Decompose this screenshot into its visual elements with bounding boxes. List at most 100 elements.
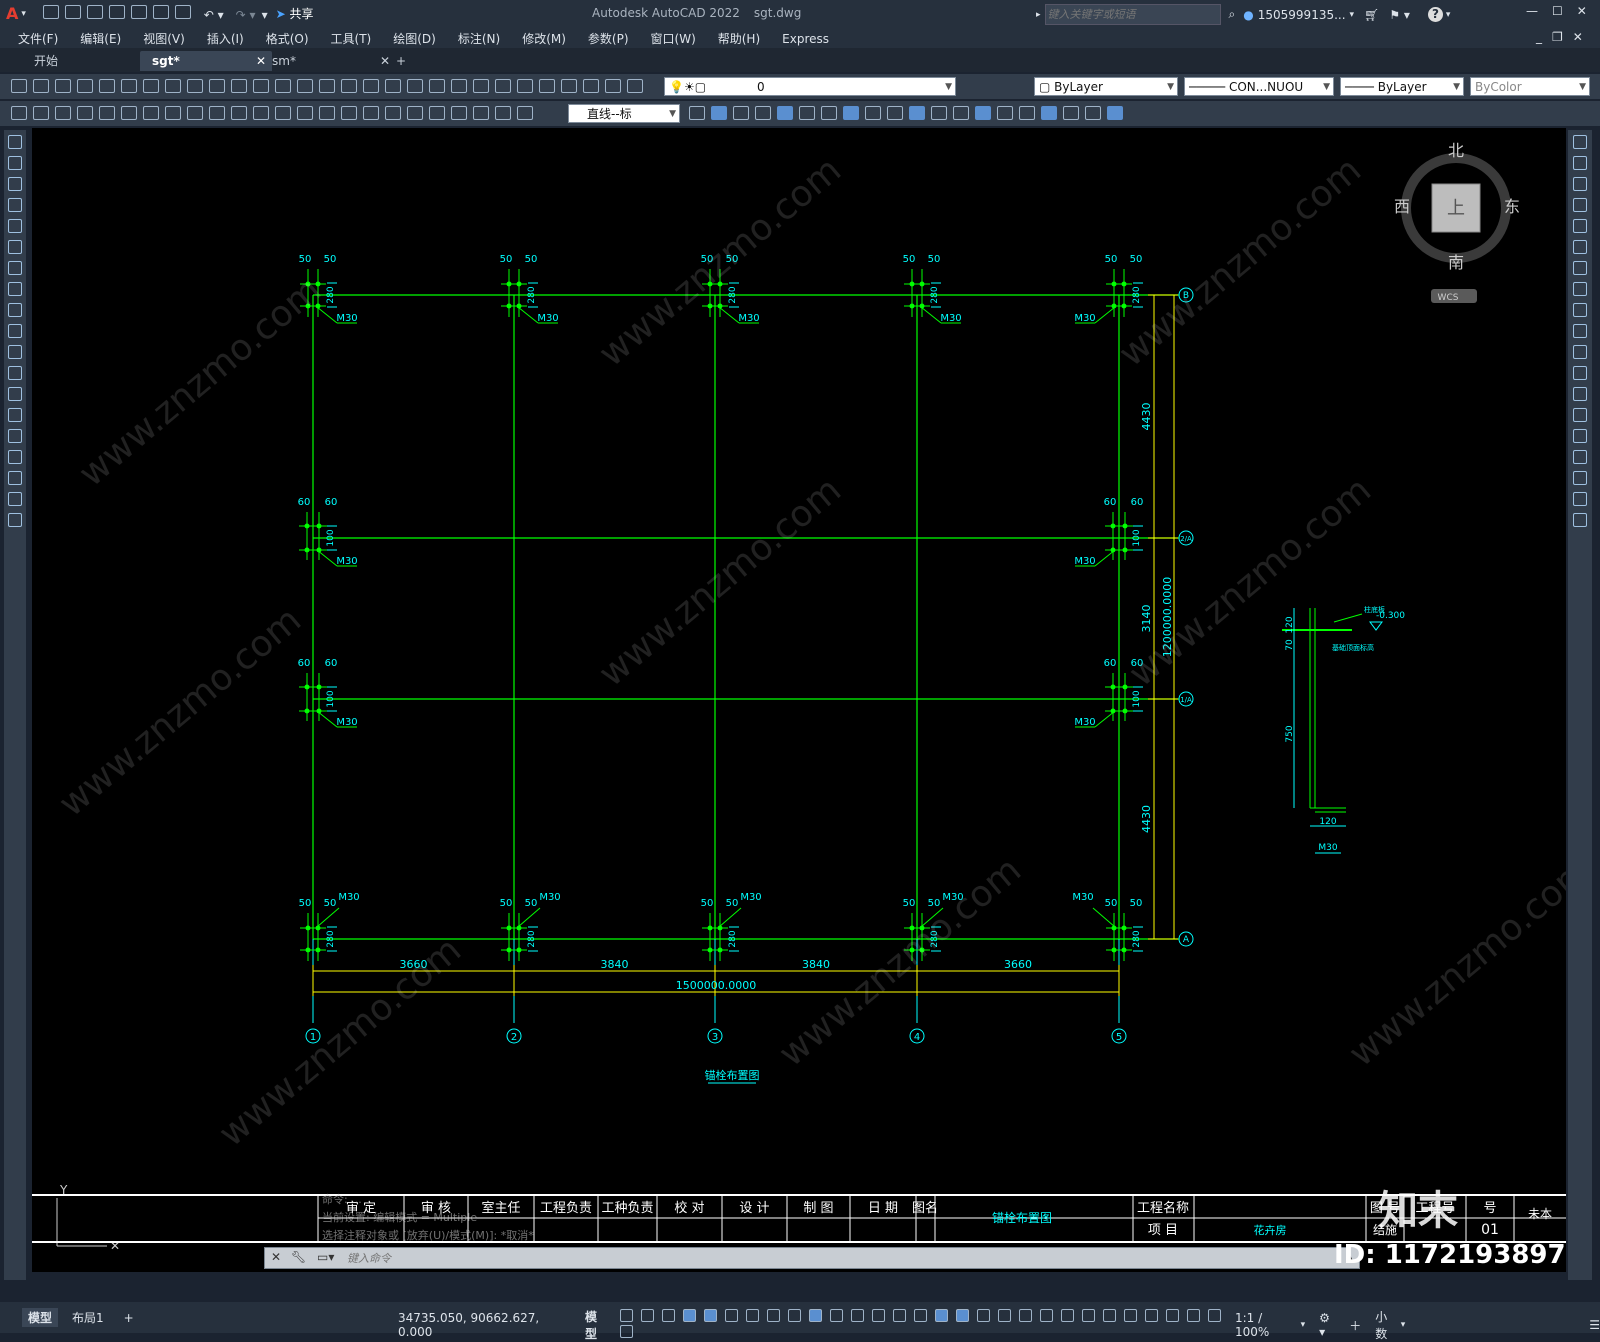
draw-tool-icon[interactable] xyxy=(8,492,22,506)
plotstyle-dropdown[interactable]: ByColor ▼ xyxy=(1470,77,1590,96)
standard-tool-icon[interactable] xyxy=(319,79,335,93)
units-chevron-icon[interactable]: ▾ xyxy=(1401,1320,1406,1330)
standard-tool-icon[interactable] xyxy=(33,79,49,93)
dimension-tool-icon[interactable] xyxy=(231,106,247,120)
modify-tool-icon[interactable] xyxy=(1573,345,1587,359)
command-prompt-icon[interactable]: ▭▾ xyxy=(317,1250,334,1264)
standard-tool-icon[interactable] xyxy=(165,79,181,93)
dimension-tool-icon[interactable] xyxy=(363,106,379,120)
dimension-tool-icon[interactable] xyxy=(165,106,181,120)
standard-tool-icon[interactable] xyxy=(297,79,313,93)
search-expand-icon[interactable]: ▸ xyxy=(1036,10,1041,20)
draw-tool-icon[interactable] xyxy=(8,282,22,296)
search-icon[interactable]: ⌕ xyxy=(1229,7,1236,22)
standard-tool-icon[interactable] xyxy=(539,79,555,93)
plot-icon[interactable] xyxy=(174,5,191,19)
modify-tool-icon[interactable] xyxy=(1573,177,1587,191)
standard-tool-icon[interactable] xyxy=(473,79,489,93)
doc-minimize-button[interactable]: _ xyxy=(1536,30,1542,44)
modify-tool-icon[interactable] xyxy=(1573,198,1587,212)
draw-tool-icon[interactable] xyxy=(8,450,22,464)
draw-tool-icon[interactable] xyxy=(8,219,22,233)
model-tab[interactable]: 模型 xyxy=(22,1308,59,1327)
menu-item[interactable]: 插入(I) xyxy=(207,30,244,47)
status-toggle-icon[interactable] xyxy=(851,1309,865,1322)
modify-tool-icon[interactable] xyxy=(1573,303,1587,317)
standard-tool-icon[interactable] xyxy=(77,79,93,93)
status-toggle-icon[interactable] xyxy=(956,1309,970,1322)
status-toggle-icon[interactable] xyxy=(620,1325,634,1338)
modify-tool-icon[interactable] xyxy=(1573,366,1587,380)
modify-tool-icon[interactable] xyxy=(1107,106,1123,120)
tab-sm[interactable]: sm* ✕ xyxy=(260,51,396,71)
status-toggle-icon[interactable] xyxy=(620,1309,634,1322)
dimension-tool-icon[interactable] xyxy=(341,106,357,120)
standard-tool-icon[interactable] xyxy=(517,79,533,93)
draw-tool-icon[interactable] xyxy=(8,345,22,359)
workspace-gear-icon[interactable]: ⚙ ▾ xyxy=(1319,1311,1339,1339)
tab-start[interactable]: 开始 xyxy=(22,51,158,71)
doc-close-button[interactable]: ✕ xyxy=(1573,30,1583,44)
menu-item[interactable]: 帮助(H) xyxy=(718,30,760,47)
menu-item[interactable]: 标注(N) xyxy=(458,30,500,47)
standard-tool-icon[interactable] xyxy=(407,79,423,93)
status-toggle-icon[interactable] xyxy=(977,1309,991,1322)
dimension-tool-icon[interactable] xyxy=(253,106,269,120)
dimension-tool-icon[interactable] xyxy=(99,106,115,120)
standard-tool-icon[interactable] xyxy=(187,79,203,93)
status-toggle-icon[interactable] xyxy=(1040,1309,1054,1322)
undo-icon[interactable]: ↶ ▾ xyxy=(204,8,224,22)
close-button[interactable]: ✕ xyxy=(1577,4,1587,18)
draw-tool-icon[interactable] xyxy=(8,366,22,380)
status-toggle-icon[interactable] xyxy=(788,1309,802,1322)
share-button[interactable]: ➤ 共享 xyxy=(276,5,314,22)
save-web-icon[interactable] xyxy=(152,5,169,19)
modify-tool-icon[interactable] xyxy=(865,106,881,120)
dimension-tool-icon[interactable] xyxy=(121,106,137,120)
menu-item[interactable]: 绘图(D) xyxy=(393,30,436,47)
compass-east[interactable]: 东 xyxy=(1504,197,1520,216)
modify-tool-icon[interactable] xyxy=(997,106,1013,120)
dimension-tool-icon[interactable] xyxy=(319,106,335,120)
modify-tool-icon[interactable] xyxy=(931,106,947,120)
app-logo[interactable]: A xyxy=(6,4,18,23)
status-toggle-icon[interactable] xyxy=(683,1309,697,1322)
modify-tool-icon[interactable] xyxy=(1573,282,1587,296)
menu-item[interactable]: 文件(F) xyxy=(18,30,58,47)
modify-tool-icon[interactable] xyxy=(1573,219,1587,233)
standard-tool-icon[interactable] xyxy=(583,79,599,93)
status-toggle-icon[interactable] xyxy=(1061,1309,1075,1322)
linetype-dropdown[interactable]: ───── CON...NUOU ▼ xyxy=(1184,77,1334,96)
dimension-tool-icon[interactable] xyxy=(209,106,225,120)
status-toggle-icon[interactable] xyxy=(1082,1309,1096,1322)
menu-item[interactable]: 工具(T) xyxy=(331,30,372,47)
units-readout[interactable]: 小数 xyxy=(1375,1308,1398,1342)
draw-tool-icon[interactable] xyxy=(8,387,22,401)
draw-tool-icon[interactable] xyxy=(8,261,22,275)
draw-tool-icon[interactable] xyxy=(8,240,22,254)
help-icon[interactable]: ? xyxy=(1427,7,1443,22)
search-input[interactable] xyxy=(1044,4,1221,25)
menu-item[interactable]: 视图(V) xyxy=(143,30,185,47)
annotation-scale[interactable]: 1:1 / 100% xyxy=(1235,1311,1299,1339)
modify-tool-icon[interactable] xyxy=(1573,240,1587,254)
modify-tool-icon[interactable] xyxy=(1573,261,1587,275)
status-toggle-icon[interactable] xyxy=(1019,1309,1033,1322)
menu-item[interactable]: 格式(O) xyxy=(266,30,309,47)
modify-tool-icon[interactable] xyxy=(689,106,705,120)
draw-tool-icon[interactable] xyxy=(8,135,22,149)
draw-tool-icon[interactable] xyxy=(8,303,22,317)
draw-tool-icon[interactable] xyxy=(8,156,22,170)
modify-tool-icon[interactable] xyxy=(975,106,991,120)
compass-west[interactable]: 西 xyxy=(1394,197,1410,216)
status-toggle-icon[interactable] xyxy=(641,1309,655,1322)
menu-item[interactable]: 编辑(E) xyxy=(80,30,121,47)
dimstyle-dropdown[interactable]: 直线--标 ▼ xyxy=(568,104,680,123)
modify-tool-icon[interactable] xyxy=(1573,324,1587,338)
modify-tool-icon[interactable] xyxy=(733,106,749,120)
modify-tool-icon[interactable] xyxy=(799,106,815,120)
doc-restore-button[interactable]: ❐ xyxy=(1552,30,1563,44)
modify-tool-icon[interactable] xyxy=(1085,106,1101,120)
drawing-canvas[interactable]: 3660 3840 3840 3660 1500000.0000 4430 3140 4430… xyxy=(32,128,1566,1272)
viewcube-top-label[interactable]: 上 xyxy=(1447,198,1465,219)
